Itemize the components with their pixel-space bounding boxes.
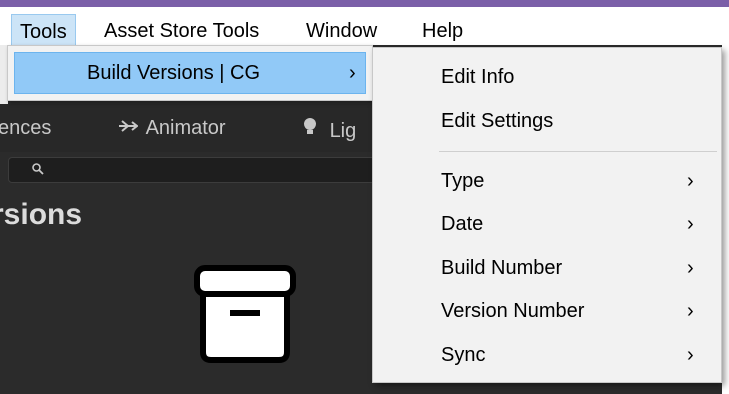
menu-item-label: Build Versions | CG (87, 62, 261, 84)
search-icon (31, 162, 45, 176)
chevron-right-icon: › (687, 213, 694, 235)
menu-item-sync[interactable]: Sync › (373, 334, 721, 378)
menu-item-version-number[interactable]: Version Number › (373, 290, 721, 334)
window-accent-strip (0, 0, 729, 7)
menu-item-edit-settings[interactable]: Edit Settings (373, 100, 721, 144)
menu-item-label: Edit Info (441, 66, 515, 88)
chevron-right-icon: › (687, 170, 694, 192)
menu-item-label: Date (441, 213, 484, 235)
lightbulb-icon (302, 117, 324, 143)
tab-label: Lig (329, 120, 357, 142)
chevron-right-icon: › (687, 257, 694, 279)
tools-dropdown: Build Versions | CG › (7, 45, 373, 101)
menu-item-date[interactable]: Date › (373, 203, 721, 247)
menu-item-label: Build Number (441, 257, 563, 279)
animator-icon (118, 117, 140, 140)
right-border (722, 45, 729, 394)
tab-animator[interactable]: Animator (118, 117, 226, 140)
build-versions-submenu: Edit Info Edit Settings Type › Date › Bu… (372, 47, 722, 383)
menu-item-label: Sync (441, 344, 486, 366)
menu-item-type[interactable]: Type › (373, 160, 721, 204)
menu-item-label: Type (441, 170, 485, 192)
menu-help[interactable]: Help (414, 14, 471, 48)
menu-item-build-number[interactable]: Build Number › (373, 247, 721, 291)
menu-item-build-versions[interactable]: Build Versions | CG › (14, 52, 366, 94)
archive-box-icon (193, 264, 297, 366)
menu-window[interactable]: Window (298, 14, 385, 48)
menu-separator (439, 151, 717, 152)
tab-preferences[interactable]: ences (0, 117, 51, 140)
menu-item-edit-info[interactable]: Edit Info (373, 56, 721, 100)
menu-asset-store-tools[interactable]: Asset Store Tools (96, 14, 267, 48)
chevron-right-icon: › (349, 62, 356, 84)
menu-item-label: Edit Settings (441, 110, 554, 132)
menu-item-label: Version Number (441, 300, 585, 322)
tab-label: Animator (145, 117, 226, 139)
tab-lighting[interactable]: Lig (302, 117, 356, 143)
menu-bar: Tools Asset Store Tools Window Help (0, 7, 729, 48)
tab-label: ences (0, 117, 52, 139)
menu-tools[interactable]: Tools (11, 14, 76, 48)
panel-title: rsions (0, 198, 83, 231)
chevron-right-icon: › (687, 300, 694, 322)
chevron-right-icon: › (687, 344, 694, 366)
